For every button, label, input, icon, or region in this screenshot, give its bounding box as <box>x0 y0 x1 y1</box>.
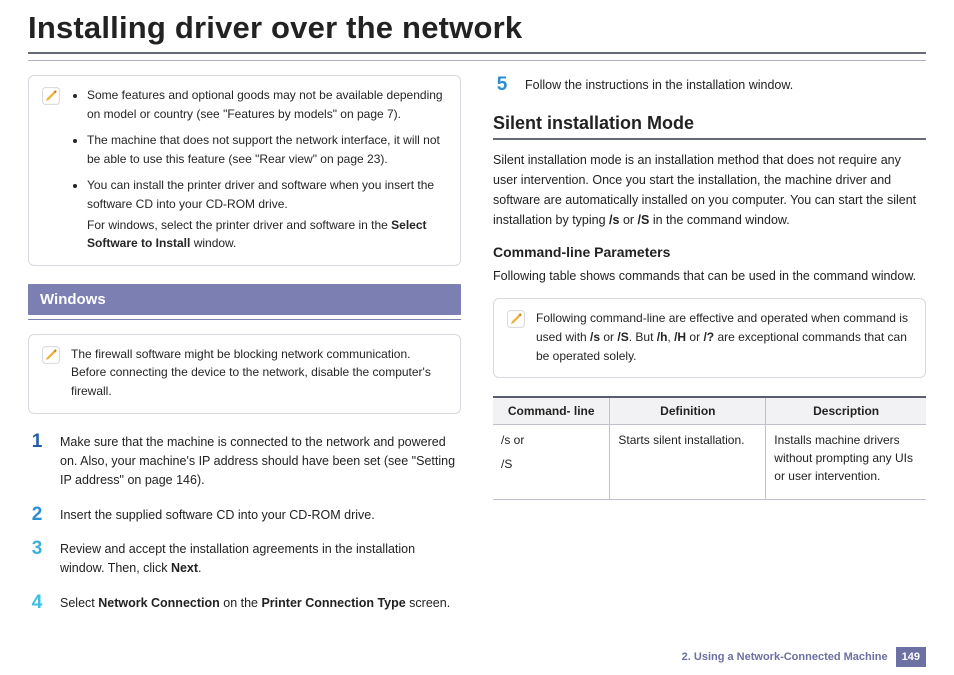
note-icon <box>41 86 61 106</box>
section-underline <box>28 319 461 320</box>
page-title: Installing driver over the network <box>28 10 926 46</box>
heading-rule <box>493 138 926 140</box>
note-box-2: The firewall software might be blocking … <box>28 334 461 414</box>
heading-silent-mode: Silent installation Mode <box>493 113 926 134</box>
steps-list: 1 Make sure that the machine is connecte… <box>28 432 461 614</box>
step-2: 2 Insert the supplied software CD into y… <box>28 505 461 525</box>
th-command-line: Command- line <box>493 397 610 425</box>
footer-chapter: 2. Using a Network-Connected Machine <box>682 651 888 663</box>
note1-bullet-3: You can install the printer driver and s… <box>87 176 448 252</box>
command-table: Command- line Definition Description /s … <box>493 396 926 500</box>
heading-cmd-params: Command-line Parameters <box>493 244 926 260</box>
note3-text: Following command-line are effective and… <box>536 309 913 365</box>
section-heading-windows: Windows <box>28 284 461 315</box>
step-3: 3 Review and accept the installation agr… <box>28 539 461 579</box>
right-column: 5 Follow the instructions in the install… <box>493 75 926 627</box>
step-number-2: 2 <box>28 505 46 525</box>
note1-subline: For windows, select the printer driver a… <box>87 216 448 253</box>
note1-bullet-2: The machine that does not support the ne… <box>87 131 448 168</box>
footer-page-number: 149 <box>896 647 926 667</box>
step-number-3: 3 <box>28 539 46 579</box>
th-description: Description <box>766 397 926 425</box>
cmd-params-intro: Following table shows commands that can … <box>493 266 926 286</box>
title-rule-thin <box>28 60 926 61</box>
step-number-4: 4 <box>28 593 46 613</box>
th-definition: Definition <box>610 397 766 425</box>
note2-text: The firewall software might be blocking … <box>71 345 448 401</box>
step-4: 4 Select Network Connection on the Print… <box>28 593 461 613</box>
page-footer: 2. Using a Network-Connected Machine 149 <box>682 647 926 667</box>
note-box-1: Some features and optional goods may not… <box>28 75 461 266</box>
step-number-5: 5 <box>493 75 511 95</box>
note1-bullet-1: Some features and optional goods may not… <box>87 86 448 123</box>
td-definition: Starts silent installation. <box>610 425 766 500</box>
title-rule <box>28 52 926 54</box>
step-1: 1 Make sure that the machine is connecte… <box>28 432 461 491</box>
table-row: /s or /S Starts silent installation. Ins… <box>493 425 926 500</box>
step-5: 5 Follow the instructions in the install… <box>493 75 926 95</box>
note-icon <box>506 309 526 329</box>
note-icon <box>41 345 61 365</box>
td-command: /s or /S <box>493 425 610 500</box>
step-number-1: 1 <box>28 432 46 491</box>
silent-mode-description: Silent installation mode is an installat… <box>493 150 926 230</box>
note-box-3: Following command-line are effective and… <box>493 298 926 378</box>
td-description: Installs machine drivers without prompti… <box>766 425 926 500</box>
left-column: Some features and optional goods may not… <box>28 75 461 627</box>
